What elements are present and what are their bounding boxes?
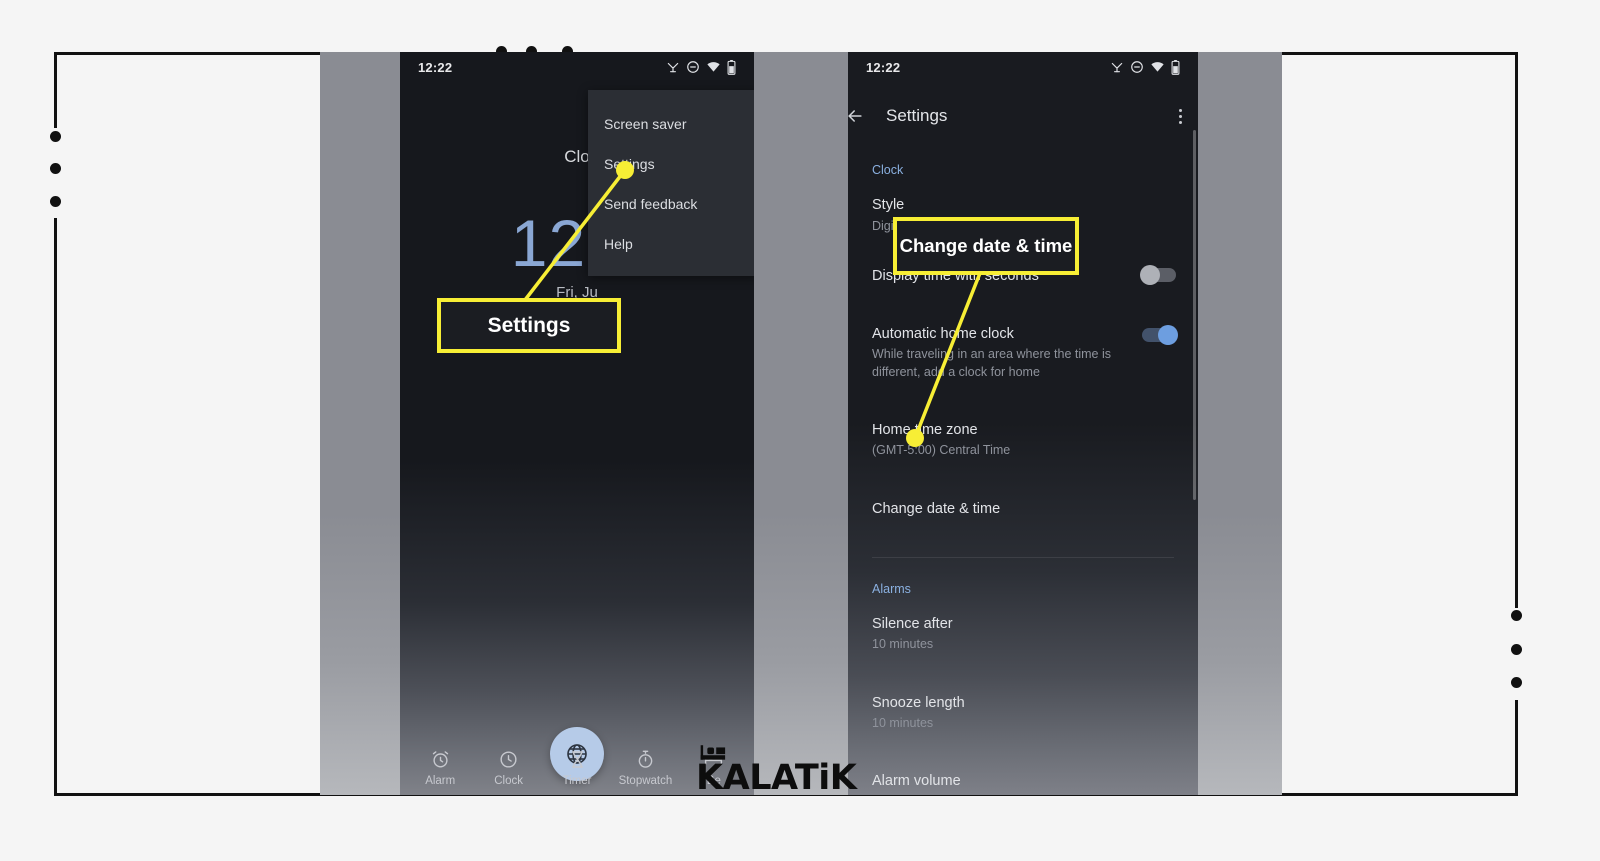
setting-row-alarm-volume[interactable]: Alarm volume (872, 763, 1174, 795)
status-bar-time: 12:22 (418, 59, 453, 75)
nav-label-clock: Clock (494, 775, 523, 787)
setting-subtitle-silence-after: 10 minutes (872, 637, 934, 652)
settings-page-title: Settings (886, 106, 948, 125)
setting-row-silence-after[interactable]: Silence after 10 minutes (872, 606, 1174, 663)
setting-title-home-time-zone: Home time zone (872, 421, 978, 438)
frame-left-dot-3 (50, 196, 61, 207)
back-arrow-icon[interactable] (848, 106, 868, 126)
setting-title-alarm-volume: Alarm volume (872, 773, 961, 790)
band-left (320, 52, 400, 795)
band-middle (754, 52, 848, 795)
menu-item-send-feedback[interactable]: Send feedback (588, 184, 754, 224)
menu-item-settings[interactable]: Settings (588, 144, 754, 184)
menu-item-help[interactable]: Help (588, 224, 754, 264)
vibrate-icon (667, 62, 679, 73)
menu-item-screen-saver[interactable]: Screen saver (588, 104, 754, 144)
vibrate-icon (1111, 62, 1123, 73)
nav-label-timer: Timer (562, 775, 592, 787)
section-header-alarms: Alarms (872, 581, 911, 596)
settings-status-bar-icons (1110, 59, 1180, 75)
frame-left-dot-2 (50, 163, 61, 174)
setting-row-home-time-zone[interactable]: Home time zone (GMT-5:00) Central Time (872, 412, 1174, 469)
setting-title-change-date-time: Change date & time (872, 500, 1001, 517)
do-not-disturb-icon (687, 61, 699, 73)
nav-item-stopwatch[interactable]: Stopwatch (611, 749, 679, 787)
alarm-clock-icon (432, 751, 448, 768)
frame-right-upper-segment (1515, 52, 1518, 608)
callout-change-date-time: Change date & time (893, 217, 1079, 275)
clock-status-bar: 12:22 (400, 52, 754, 82)
clock-settings-screen: 12:22 Settings Clock Style Digi Display … (848, 52, 1198, 795)
setting-title-snooze-length: Snooze length (872, 694, 965, 711)
toggle-display-seconds[interactable] (1140, 264, 1176, 285)
settings-status-bar: 12:22 (848, 52, 1198, 82)
frame-right-dot-1 (1511, 610, 1522, 621)
band-right (1198, 52, 1282, 795)
frame-right-dot-3 (1511, 677, 1522, 688)
nav-label-stopwatch: Stopwatch (618, 775, 673, 787)
toggle-automatic-home-clock[interactable] (1142, 324, 1178, 345)
battery-icon (1171, 59, 1180, 75)
nav-item-clock[interactable]: Clock (474, 749, 542, 787)
wifi-icon (707, 62, 720, 72)
setting-subtitle-automatic-home-clock: While traveling in an area where the tim… (872, 347, 1112, 379)
frame-left-dot-1 (50, 131, 61, 142)
stopwatch-icon (638, 750, 653, 768)
frame-right-dot-2 (1511, 644, 1522, 655)
setting-row-snooze-length[interactable]: Snooze length 10 minutes (872, 685, 1174, 742)
setting-title-style: Style (872, 197, 905, 213)
screenshot-stage: 12:22 Clo 12:2 Fri, Ju Screen saver Sett… (0, 0, 1600, 861)
nav-item-alarm[interactable]: Alarm (406, 749, 474, 787)
status-bar-icons (666, 59, 736, 75)
nav-label-alarm: Alarm (425, 775, 456, 787)
settings-status-bar-time: 12:22 (866, 59, 901, 75)
do-not-disturb-icon (1131, 61, 1143, 73)
wifi-icon (1151, 62, 1164, 72)
frame-right-lower-segment (1515, 700, 1518, 796)
setting-title-silence-after: Silence after (872, 615, 953, 632)
settings-section-divider (872, 556, 1174, 558)
setting-title-automatic-home-clock: Automatic home clock (872, 325, 1014, 342)
clock-app-screen: 12:22 Clo 12:2 Fri, Ju Screen saver Sett… (400, 52, 754, 795)
kalatik-watermark: KALATiK (696, 758, 857, 798)
clock-overflow-menu[interactable]: Screen saver Settings Send feedback Help (588, 90, 754, 276)
frame-left-upper-segment (54, 52, 57, 128)
hourglass-icon (571, 751, 583, 768)
frame-left-lower-segment (54, 218, 57, 796)
callout-settings: Settings (437, 298, 621, 353)
setting-row-change-date-time[interactable]: Change date & time (872, 491, 1174, 529)
setting-row-automatic-home-clock[interactable]: Automatic home clock While traveling in … (872, 316, 1178, 390)
overflow-menu-icon[interactable] (1179, 108, 1182, 124)
nav-item-timer[interactable]: Timer (543, 749, 611, 787)
settings-app-bar: Settings (848, 94, 1198, 138)
setting-subtitle-snooze-length: 10 minutes (872, 716, 934, 731)
clock-icon (500, 751, 517, 768)
section-header-clock: Clock (872, 163, 904, 177)
battery-icon (727, 59, 736, 75)
setting-subtitle-home-time-zone: (GMT-5:00) Central Time (872, 443, 1011, 458)
